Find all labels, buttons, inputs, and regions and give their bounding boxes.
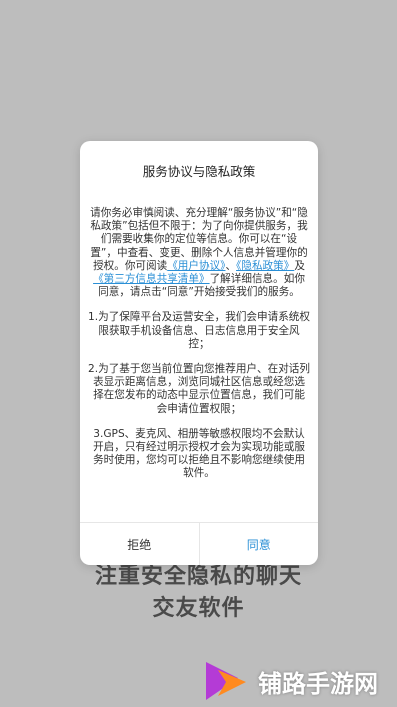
pulu-logo-icon xyxy=(206,662,246,700)
third-party-list-link[interactable]: 《第三方信息共享清单》 xyxy=(93,273,210,285)
dialog-button-bar: 拒绝 同意 xyxy=(80,522,318,565)
clause-3: 3.GPS、麦克风、相册等敏感权限均不会默认开启，只有经过明示授权才会为实现功能… xyxy=(93,427,305,480)
intro-paragraph: 请你务必审慎阅读、充分理解“服务协议”和“隐私政策”包括但不限于：为了向你提供服… xyxy=(88,207,310,299)
separator-1: 、 xyxy=(225,259,237,272)
privacy-policy-link[interactable]: 《隐私政策》 xyxy=(236,260,294,272)
clause-2: 2.为了基于您当前位置向您推荐用户、在对话列表显示距离信息，浏览同城社区信息或经… xyxy=(88,363,310,415)
dialog-body: 请你务必审慎阅读、充分理解“服务协议”和“隐私政策”包括但不限于：为了向你提供服… xyxy=(88,207,310,493)
user-agreement-link[interactable]: 《用户协议》 xyxy=(167,260,225,272)
agree-button[interactable]: 同意 xyxy=(200,523,319,565)
background-slogan-line2: 交友软件 xyxy=(152,596,245,621)
watermark: 铺路手游网 xyxy=(198,656,397,706)
reject-button[interactable]: 拒绝 xyxy=(80,523,200,565)
clause-1: 1.为了保障平台及运营安全，我们会申请系统权限获取手机设备信息、日志信息用于安全… xyxy=(88,311,310,350)
separator-2: 及 xyxy=(294,259,305,272)
privacy-dialog: 服务协议与隐私政策 请你务必审慎阅读、充分理解“服务协议”和“隐私政策”包括但不… xyxy=(80,141,318,565)
dialog-title: 服务协议与隐私政策 xyxy=(142,164,256,179)
watermark-text: 铺路手游网 xyxy=(258,669,378,698)
